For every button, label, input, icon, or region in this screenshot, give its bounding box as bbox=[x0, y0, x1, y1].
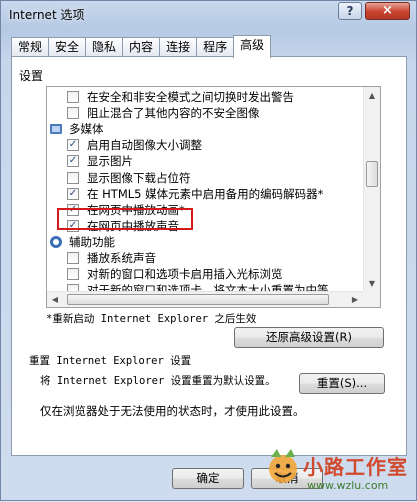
restart-note: *重新启动 Internet Explorer 之后生效 bbox=[46, 313, 257, 325]
reset-button[interactable]: 重置(S)... bbox=[299, 373, 385, 394]
window-title: Internet 选项 bbox=[9, 8, 85, 22]
setting-checkbox-row[interactable]: 显示图像下载占位符 bbox=[67, 170, 191, 186]
accessibility-icon bbox=[49, 235, 63, 249]
watermark-text: 小路工作室 bbox=[303, 455, 408, 479]
setting-label: 在安全和非安全模式之间切换时发出警告 bbox=[87, 90, 294, 104]
setting-checkbox-row[interactable]: 阻止混合了其他内容的不安全图像 bbox=[67, 105, 260, 121]
title-bar: Internet 选项 ? × bbox=[1, 1, 416, 27]
red-highlight-box bbox=[57, 208, 193, 230]
setting-checkbox-row[interactable]: 播放系统声音 bbox=[67, 250, 156, 266]
close-button[interactable]: × bbox=[365, 2, 410, 20]
reset-note: 仅在浏览器处于无法使用的状态时，才使用此设置。 bbox=[40, 404, 305, 418]
settings-list: 在安全和非安全模式之间切换时发出警告 阻止混合了其他内容的不安全图像 多媒体 ✓ 启用自… bbox=[47, 87, 365, 292]
tab-general[interactable]: 常规 bbox=[11, 37, 50, 57]
setting-checkbox-row[interactable]: 对新的窗口和选项卡启用插入光标浏览 bbox=[67, 266, 283, 282]
ok-button[interactable]: 确定 bbox=[172, 468, 244, 489]
checkbox-unchecked[interactable] bbox=[67, 268, 79, 281]
setting-label: 辅助功能 bbox=[69, 234, 115, 249]
setting-label: 启用自动图像大小调整 bbox=[87, 138, 202, 153]
watermark-url: www.wzlu.com bbox=[307, 479, 389, 492]
checkbox-unchecked[interactable] bbox=[67, 107, 79, 120]
checkbox-unchecked[interactable] bbox=[67, 91, 79, 103]
checkbox-checked[interactable]: ✓ bbox=[67, 155, 79, 168]
setting-checkbox-row[interactable]: 在安全和非安全模式之间切换时发出警告 bbox=[67, 89, 294, 105]
help-button[interactable]: ? bbox=[338, 2, 362, 20]
tab-programs[interactable]: 程序 bbox=[196, 37, 235, 57]
settings-list-box: 在安全和非安全模式之间切换时发出警告 阻止混合了其他内容的不安全图像 多媒体 ✓ 启用自… bbox=[46, 86, 381, 308]
checkbox-unchecked[interactable] bbox=[67, 171, 79, 184]
setting-label: 播放系统声音 bbox=[87, 251, 156, 265]
setting-checkbox-row[interactable]: ✓ 显示图片 bbox=[67, 153, 133, 169]
multimedia-icon bbox=[49, 122, 63, 136]
tab-strip: 常规 安全 隐私 内容 连接 程序 高级 bbox=[11, 35, 272, 58]
horizontal-scrollbar[interactable]: ◀ ▶ bbox=[47, 291, 365, 307]
tab-security[interactable]: 安全 bbox=[48, 37, 87, 57]
setting-label: 对新的窗口和选项卡启用插入光标浏览 bbox=[87, 267, 283, 282]
setting-label: 多媒体 bbox=[69, 122, 104, 137]
vertical-scrollbar[interactable]: ▲ ▼ bbox=[363, 87, 380, 292]
checkbox-checked[interactable]: ✓ bbox=[67, 187, 79, 200]
scroll-right-icon[interactable]: ▶ bbox=[347, 291, 363, 307]
vertical-scroll-thumb[interactable] bbox=[366, 161, 378, 187]
checkbox-checked[interactable]: ✓ bbox=[67, 139, 79, 152]
tab-content[interactable]: 内容 bbox=[122, 37, 161, 57]
settings-category: 多媒体 bbox=[49, 121, 104, 137]
setting-label: 显示图像下载占位符 bbox=[87, 170, 191, 185]
scroll-left-icon[interactable]: ◀ bbox=[47, 291, 63, 307]
settings-group-label: 设置 bbox=[19, 69, 44, 83]
setting-checkbox-row[interactable]: ✓ 在 HTML5 媒体元素中启用备用的编码解码器* bbox=[67, 186, 323, 202]
scroll-up-icon[interactable]: ▲ bbox=[364, 87, 380, 104]
tab-advanced[interactable]: 高级 bbox=[233, 35, 272, 58]
scroll-down-icon[interactable]: ▼ bbox=[364, 275, 380, 292]
settings-category: 辅助功能 bbox=[49, 234, 115, 250]
setting-label: 显示图片 bbox=[87, 154, 133, 169]
horizontal-scroll-thumb[interactable] bbox=[67, 294, 329, 305]
internet-options-dialog: Internet 选项 ? × 常规 安全 隐私 内容 连接 程序 高级 设置 … bbox=[0, 0, 417, 501]
checkbox-unchecked[interactable] bbox=[67, 252, 79, 264]
tab-connections[interactable]: 连接 bbox=[159, 37, 198, 57]
restore-advanced-settings-button[interactable]: 还原高级设置(R) bbox=[234, 327, 384, 348]
setting-label: 在 HTML5 媒体元素中启用备用的编码解码器* bbox=[87, 186, 324, 201]
setting-label: 阻止混合了其他内容的不安全图像 bbox=[87, 106, 260, 121]
scrollbar-corner bbox=[363, 291, 380, 307]
site-watermark: 小路工作室 www.wzlu.com bbox=[263, 441, 413, 499]
setting-checkbox-row[interactable]: ✓ 启用自动图像大小调整 bbox=[67, 137, 202, 153]
reset-description: 将 Internet Explorer 设置重置为默认设置。 bbox=[40, 375, 276, 387]
reset-section-title: 重置 Internet Explorer 设置 bbox=[29, 355, 192, 367]
tab-privacy[interactable]: 隐私 bbox=[85, 37, 124, 57]
